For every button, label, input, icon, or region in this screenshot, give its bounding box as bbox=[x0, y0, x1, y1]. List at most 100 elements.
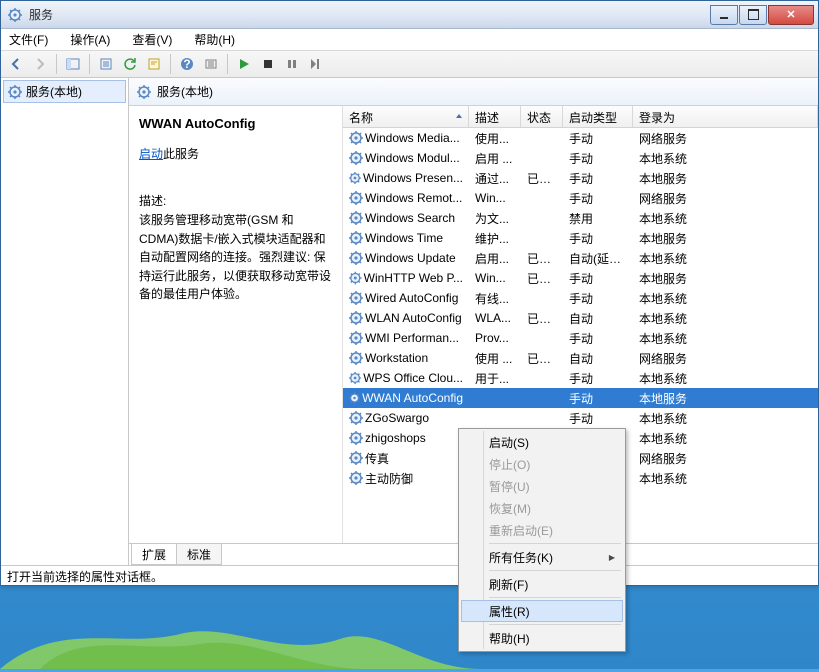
svg-text:?: ? bbox=[183, 57, 190, 71]
gear-icon bbox=[349, 231, 363, 245]
table-row[interactable]: WPS Office Clou...用于...手动本地系统 bbox=[343, 368, 818, 388]
table-row[interactable]: Windows Time维护...手动本地服务 bbox=[343, 228, 818, 248]
forward-button[interactable] bbox=[29, 53, 51, 75]
menu-action[interactable]: 操作(A) bbox=[66, 29, 114, 50]
gear-icon bbox=[349, 431, 363, 445]
cell-desc: 为文... bbox=[469, 210, 521, 227]
menu-help[interactable]: 帮助(H) bbox=[190, 29, 239, 50]
cell-name: WMI Performan... bbox=[365, 331, 459, 345]
cell-name: 主动防御 bbox=[365, 470, 413, 487]
table-row[interactable]: WWAN AutoConfig手动本地服务 bbox=[343, 388, 818, 408]
cell-desc: 有线... bbox=[469, 290, 521, 307]
separator bbox=[489, 597, 621, 598]
cell-login: 本地系统 bbox=[633, 330, 818, 347]
tab-standard[interactable]: 标准 bbox=[176, 544, 222, 565]
ctx-resume: 恢复(M) bbox=[461, 497, 623, 519]
table-row[interactable]: Workstation使用 ...已启动自动网络服务 bbox=[343, 348, 818, 368]
cell-login: 本地服务 bbox=[633, 170, 818, 187]
cell-desc: 通过... bbox=[469, 170, 521, 187]
close-button[interactable] bbox=[768, 5, 814, 25]
nav-services-local[interactable]: 服务(本地) bbox=[3, 80, 126, 103]
nav-tree: 服务(本地) bbox=[1, 78, 129, 565]
ctx-refresh[interactable]: 刷新(F) bbox=[461, 573, 623, 595]
cell-desc: 使用 ... bbox=[469, 350, 521, 367]
table-row[interactable]: Windows Presen... 通过...已启动手动本地服务 bbox=[343, 168, 818, 188]
start-link[interactable]: 启动 bbox=[139, 147, 163, 161]
services-window: 服务 文件(F) 操作(A) 查看(V) 帮助(H) ? bbox=[0, 0, 819, 586]
cell-name: 传真 bbox=[365, 450, 389, 467]
table-row[interactable]: ZGoSwargo手动本地系统 bbox=[343, 408, 818, 428]
nav-root-label: 服务(本地) bbox=[26, 83, 82, 100]
pause-service-button[interactable] bbox=[281, 53, 303, 75]
maximize-button[interactable] bbox=[739, 5, 767, 25]
table-row[interactable]: WLAN AutoConfigWLA...已启动自动本地系统 bbox=[343, 308, 818, 328]
gear-icon bbox=[137, 85, 151, 99]
titlebar[interactable]: 服务 bbox=[1, 1, 818, 29]
cell-name: Windows Media... bbox=[365, 131, 460, 145]
cell-desc: Win... bbox=[469, 271, 521, 285]
cell-start: 禁用 bbox=[563, 210, 633, 227]
table-row[interactable]: WMI Performan...Prov...手动本地系统 bbox=[343, 328, 818, 348]
stop-service-button[interactable] bbox=[257, 53, 279, 75]
ctx-help[interactable]: 帮助(H) bbox=[461, 627, 623, 649]
col-login[interactable]: 登录为 bbox=[633, 106, 818, 127]
table-row[interactable]: Windows Remot...Win...手动网络服务 bbox=[343, 188, 818, 208]
table-row[interactable]: Windows Search为文...禁用本地系统 bbox=[343, 208, 818, 228]
cell-desc: 使用... bbox=[469, 130, 521, 147]
cell-start: 手动 bbox=[563, 170, 633, 187]
menu-view[interactable]: 查看(V) bbox=[128, 29, 176, 50]
gear-icon bbox=[349, 351, 363, 365]
cell-login: 本地系统 bbox=[633, 210, 818, 227]
restart-service-button[interactable] bbox=[305, 53, 327, 75]
table-row[interactable]: Windows Media...使用...手动网络服务 bbox=[343, 128, 818, 148]
ctx-properties[interactable]: 属性(R) bbox=[461, 600, 623, 622]
gear-icon bbox=[349, 371, 361, 385]
properties-button[interactable] bbox=[143, 53, 165, 75]
col-start[interactable]: 启动类型 bbox=[563, 106, 633, 127]
menu-file[interactable]: 文件(F) bbox=[5, 29, 52, 50]
col-desc[interactable]: 描述 bbox=[469, 106, 521, 127]
help-button[interactable]: ? bbox=[176, 53, 198, 75]
gear-icon bbox=[8, 85, 22, 99]
detail-pane: WWAN AutoConfig 启动此服务 描述: 该服务管理移动宽带(GSM … bbox=[129, 106, 343, 543]
export-list-button[interactable] bbox=[95, 53, 117, 75]
app-icon bbox=[7, 7, 23, 23]
cell-name: Workstation bbox=[365, 351, 428, 365]
cell-name: Windows Presen... bbox=[363, 171, 463, 185]
col-status[interactable]: 状态 bbox=[521, 106, 563, 127]
separator bbox=[89, 54, 90, 74]
show-hide-tree-button[interactable] bbox=[62, 53, 84, 75]
table-row[interactable]: Windows Modul...启用 ...手动本地系统 bbox=[343, 148, 818, 168]
table-row[interactable]: WinHTTP Web P...Win...已启动手动本地服务 bbox=[343, 268, 818, 288]
cell-start: 手动 bbox=[563, 150, 633, 167]
table-row[interactable]: Wired AutoConfig有线...手动本地系统 bbox=[343, 288, 818, 308]
cell-name: Wired AutoConfig bbox=[365, 291, 458, 305]
tab-extended[interactable]: 扩展 bbox=[131, 544, 177, 565]
cell-status: 已启动 bbox=[521, 170, 563, 187]
cell-desc: Win... bbox=[469, 191, 521, 205]
gear-icon bbox=[349, 131, 363, 145]
separator bbox=[489, 624, 621, 625]
gear-icon bbox=[349, 311, 363, 325]
desktop-grass-decoration bbox=[0, 579, 819, 669]
cell-status: 已启动 bbox=[521, 270, 563, 287]
minimize-button[interactable] bbox=[710, 5, 738, 25]
table-row[interactable]: Windows Update启用...已启动自动(延迟...本地系统 bbox=[343, 248, 818, 268]
cell-start: 手动 bbox=[563, 390, 633, 407]
toolbar-extra-button[interactable] bbox=[200, 53, 222, 75]
ctx-start[interactable]: 启动(S) bbox=[461, 431, 623, 453]
cell-status: 已启动 bbox=[521, 350, 563, 367]
cell-start: 手动 bbox=[563, 230, 633, 247]
cell-name: Windows Remot... bbox=[365, 191, 462, 205]
col-name[interactable]: 名称 bbox=[343, 106, 469, 127]
gear-icon bbox=[349, 471, 363, 485]
ctx-stop: 停止(O) bbox=[461, 453, 623, 475]
refresh-button[interactable] bbox=[119, 53, 141, 75]
ctx-all-tasks[interactable]: 所有任务(K) bbox=[461, 546, 623, 568]
start-service-button[interactable] bbox=[233, 53, 255, 75]
cell-login: 本地系统 bbox=[633, 370, 818, 387]
gear-icon bbox=[349, 271, 362, 285]
back-button[interactable] bbox=[5, 53, 27, 75]
ctx-pause: 暂停(U) bbox=[461, 475, 623, 497]
separator bbox=[227, 54, 228, 74]
